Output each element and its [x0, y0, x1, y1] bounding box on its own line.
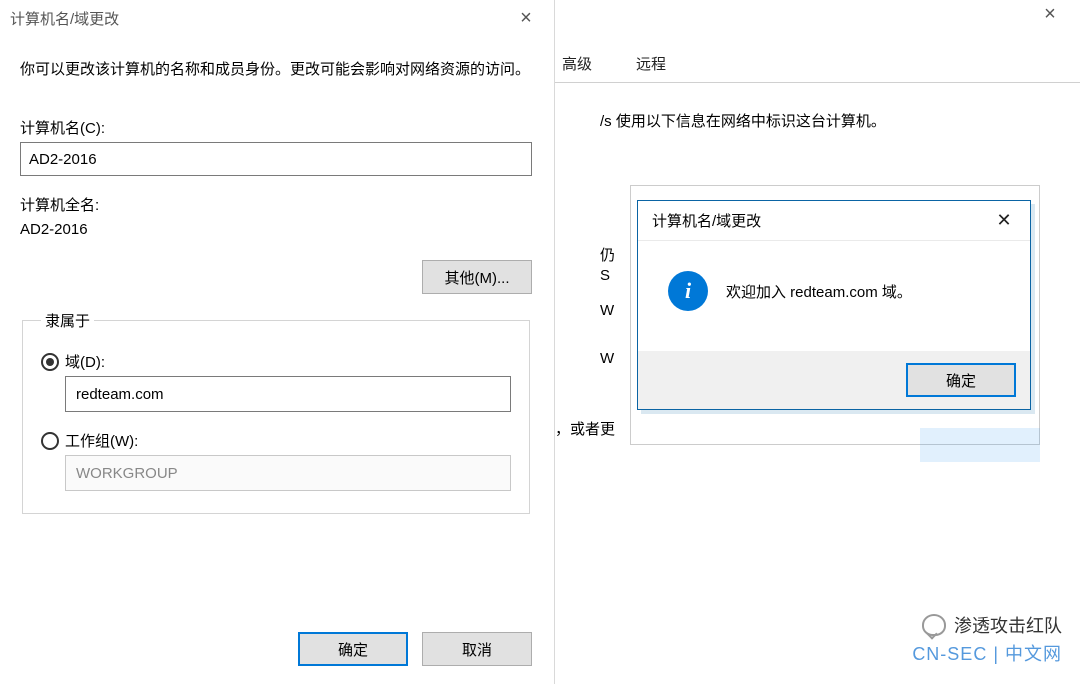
dialog-titlebar: 计算机名/域更改 ×	[0, 0, 554, 36]
close-icon[interactable]: ✕	[984, 210, 1024, 231]
radio-unchecked-icon	[41, 432, 59, 450]
radio-workgroup[interactable]: 工作组(W):	[41, 430, 511, 451]
msgbox-titlebar: 计算机名/域更改 ✕	[638, 201, 1030, 241]
bg-change-button-hint	[920, 428, 1040, 462]
bg-text-fragment: W	[600, 302, 614, 319]
cancel-button[interactable]: 取消	[422, 632, 532, 666]
bg-description: /s 使用以下信息在网络中标识这台计算机。	[600, 110, 1060, 131]
info-icon: i	[668, 271, 708, 311]
bg-text-fragment: 仍	[600, 244, 615, 265]
bg-tabstrip: 高级 远程	[540, 45, 1080, 83]
other-button[interactable]: 其他(M)...	[422, 260, 532, 294]
ok-button[interactable]: 确定	[298, 632, 408, 666]
radio-workgroup-label: 工作组(W):	[65, 430, 138, 451]
close-icon[interactable]: ×	[506, 7, 546, 30]
full-name-value: AD2-2016	[20, 221, 532, 238]
tab-remote[interactable]: 远程	[614, 45, 688, 82]
bg-text-fragment: W	[600, 350, 614, 367]
dialog-title: 计算机名/域更改	[10, 8, 506, 29]
close-icon[interactable]: ×	[1030, 0, 1070, 30]
computer-name-label: 计算机名(C):	[20, 117, 532, 138]
member-of-legend: 隶属于	[41, 310, 94, 331]
computer-name-input[interactable]	[20, 142, 532, 176]
radio-checked-icon	[41, 353, 59, 371]
dialog-intro-text: 你可以更改该计算机的名称和成员身份。更改可能会影响对网络资源的访问。	[20, 58, 532, 81]
domain-input[interactable]	[65, 376, 511, 412]
radio-domain-label: 域(D):	[65, 351, 105, 372]
workgroup-input	[65, 455, 511, 491]
bg-text-fragment: S	[600, 267, 610, 284]
member-of-group: 隶属于 域(D): 工作组(W):	[22, 310, 530, 514]
msgbox-text: 欢迎加入 redteam.com 域。	[726, 281, 912, 302]
full-name-label: 计算机全名:	[20, 194, 532, 215]
msgbox-ok-button[interactable]: 确定	[906, 363, 1016, 397]
welcome-domain-msgbox: 计算机名/域更改 ✕ i 欢迎加入 redteam.com 域。 确定	[637, 200, 1031, 410]
rename-domain-dialog: 计算机名/域更改 × 你可以更改该计算机的名称和成员身份。更改可能会影响对网络资…	[0, 0, 555, 684]
msgbox-title: 计算机名/域更改	[652, 210, 984, 231]
radio-domain[interactable]: 域(D):	[41, 351, 511, 372]
